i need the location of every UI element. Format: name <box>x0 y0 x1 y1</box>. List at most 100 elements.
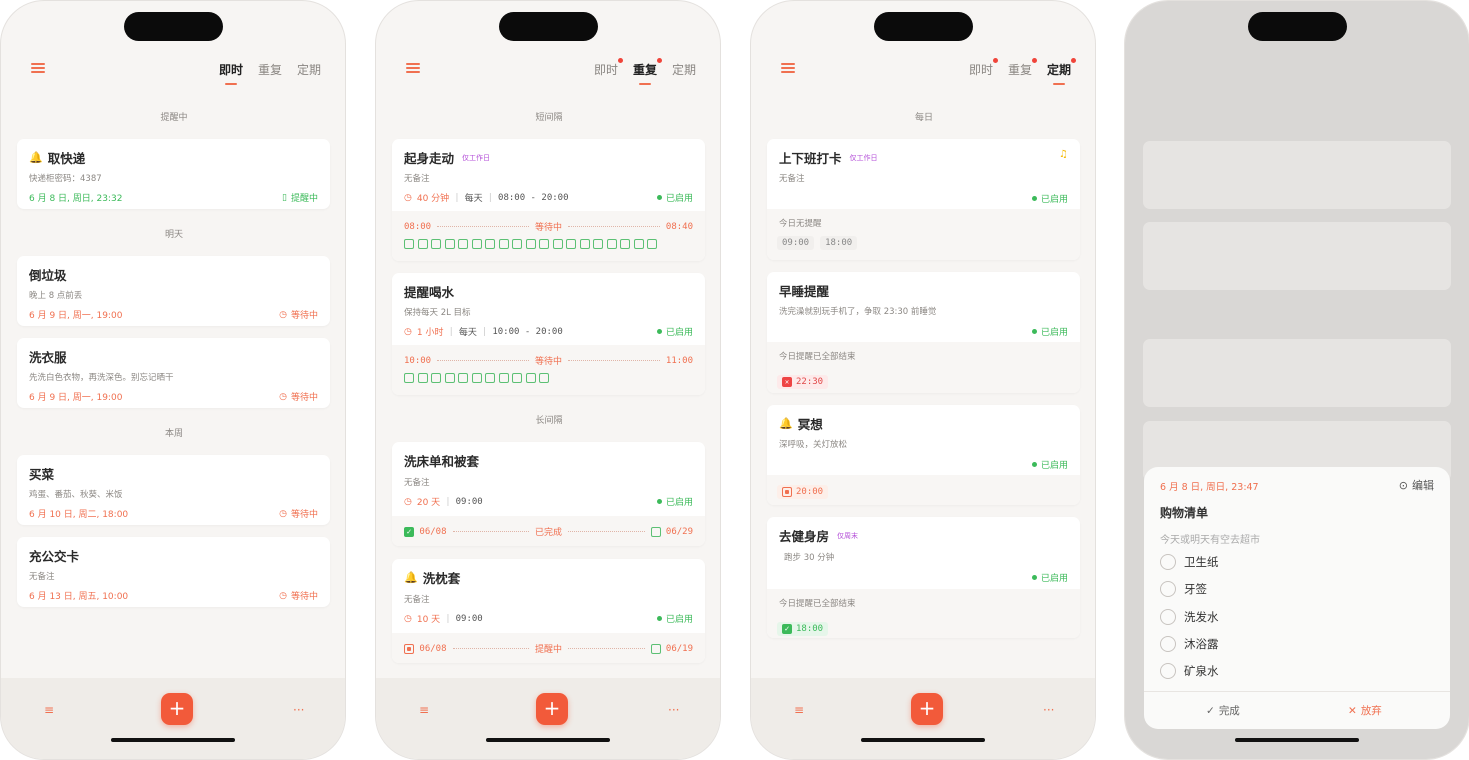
time-chip: ✕ 22:30 <box>777 375 829 389</box>
more-icon[interactable]: ··· <box>668 703 679 717</box>
add-button[interactable]: + <box>911 693 943 725</box>
time-chip: 18:00 <box>820 236 858 250</box>
tab-bar: 即时 重复 定期 <box>969 58 1076 85</box>
close-icon: ✕ <box>1348 704 1357 717</box>
checkbox-circle[interactable] <box>1160 581 1176 597</box>
reminder-card[interactable]: 早睡提醒 洗完澡就别玩手机了，争取 23:30 前睡觉 已启用 今日提醒已全部结… <box>767 272 1080 393</box>
timeline-panel: 10:00 等待中 11:00 <box>392 345 705 395</box>
sheet-date: 6 月 8 日, 周日, 23:47 <box>1160 482 1259 493</box>
enabled-status: 已启用 <box>657 495 693 508</box>
card-title: 去健身房 <box>779 529 830 544</box>
tab-instant[interactable]: 即时 <box>219 61 243 85</box>
checked-icon: ✓ <box>404 526 414 537</box>
reminder-card[interactable]: 起身走动 仅工作日 无备注 ◷ 40 分钟 | 每天 | 08:00 - 20:00 已启用… <box>392 139 705 261</box>
reminder-card[interactable]: 倒垃圾 晚上 8 点前丢 6 月 9 日, 周一, 19:00 ◷ 等待中 <box>17 256 330 326</box>
card-title: 早睡提醒 <box>779 284 830 299</box>
today-status: 今日提醒已全部结束 <box>779 352 856 362</box>
badge-dot <box>656 58 662 63</box>
card-note: 晚上 8 点前丢 <box>29 291 83 301</box>
more-icon[interactable]: ··· <box>1043 703 1054 717</box>
menu-icon[interactable] <box>406 63 420 73</box>
checklist-item[interactable]: 牙签 <box>1160 581 1207 597</box>
reminder-card[interactable]: 洗床单和被套 无备注 ◷ 20 天 | 09:00 已启用 ✓ 06/08 已完成 06… <box>392 442 705 546</box>
checklist-item[interactable]: 矿泉水 <box>1160 663 1219 679</box>
timeline-panel: ✓ 06/08 已完成 06/29 <box>392 516 705 546</box>
filter-icon[interactable]: ≡ <box>794 703 804 717</box>
dynamic-island <box>124 12 223 41</box>
card-title: 取快递 <box>47 151 86 166</box>
enabled-status: 已启用 <box>657 191 693 204</box>
bell-icon: 🔔 <box>29 151 43 164</box>
tab-instant[interactable]: 即时 <box>594 58 623 78</box>
edit-button[interactable]: ⊙ 编辑 <box>1399 477 1434 493</box>
blurred-card <box>1143 339 1451 407</box>
tab-periodic[interactable]: 定期 <box>297 61 321 78</box>
done-button[interactable]: ✓ 完成 <box>1206 703 1240 718</box>
add-button[interactable]: + <box>536 693 568 725</box>
tab-repeat[interactable]: 重复 <box>258 61 282 78</box>
reminder-card[interactable]: 上下班打卡 仅工作日 ♫ 无备注 已启用 今日无提醒 09:00 18:00 <box>767 139 1080 260</box>
tab-bar: 即时 重复 定期 <box>594 58 696 85</box>
reminder-card[interactable]: 去健身房 仅周末 跑步 30 分钟 已启用 今日提醒已全部结束 ✓ 18:00 <box>767 517 1080 638</box>
tab-repeat[interactable]: 重复 <box>1008 58 1037 78</box>
home-indicator <box>861 738 985 742</box>
card-note: 无备注 <box>404 595 430 605</box>
enabled-status: 已启用 <box>657 325 693 338</box>
status-badge: ◷ 等待中 <box>279 391 318 404</box>
dynamic-island <box>1248 12 1347 41</box>
repeat-info: ◷ 20 天 | 09:00 <box>404 496 483 509</box>
checkbox-circle[interactable] <box>1160 554 1176 570</box>
sheet-note: 今天或明天有空去超市 <box>1160 535 1260 546</box>
clock-icon: ◷ <box>279 309 287 320</box>
card-note: 深呼吸，关灯放松 <box>779 440 848 450</box>
clock-icon: ◷ <box>279 391 287 402</box>
checklist-item[interactable]: 洗发水 <box>1160 609 1219 625</box>
tab-periodic[interactable]: 定期 <box>672 61 696 78</box>
card-title: 冥想 <box>797 417 823 432</box>
checkbox-circle[interactable] <box>1160 636 1176 652</box>
timeline-panel: 06/08 提醒中 06/19 <box>392 633 705 663</box>
reminder-card[interactable]: 🔔 取快递 快递柜密码：4387 6 月 8 日, 周日, 23:32 ▯ 提醒中 <box>17 139 330 209</box>
check-icon: ✓ <box>1206 704 1215 717</box>
card-note: 保持每天 2L 目标 <box>404 308 471 318</box>
reminder-card[interactable]: 洗衣服 先洗白色衣物，再洗深色。别忘记晒干 6 月 9 日, 周一, 19:00… <box>17 338 330 408</box>
history-icon: ◷ <box>404 496 412 507</box>
blurred-card <box>1143 141 1451 209</box>
menu-icon[interactable] <box>31 63 45 73</box>
tab-instant[interactable]: 即时 <box>969 58 998 78</box>
today-status: 今日提醒已全部结束 <box>779 599 856 609</box>
history-icon: ◷ <box>404 326 412 337</box>
card-note: 先洗白色衣物，再洗深色。别忘记晒干 <box>29 373 174 383</box>
filter-icon[interactable]: ≡ <box>44 703 54 717</box>
checkbox-circle[interactable] <box>1160 663 1176 679</box>
reminder-card[interactable]: 提醒喝水 保持每天 2L 目标 ◷ 1 小时 | 每天 | 10:00 - 20:00 已… <box>392 273 705 395</box>
reminder-card[interactable]: 🔔 洗枕套 无备注 ◷ 10 天 | 09:00 已启用 06/08 提醒中 06/19 <box>392 559 705 663</box>
checklist-item[interactable]: 沐浴露 <box>1160 636 1219 652</box>
checkbox-circle[interactable] <box>1160 609 1176 625</box>
add-button[interactable]: + <box>161 693 193 725</box>
more-icon[interactable]: ··· <box>293 703 304 717</box>
home-indicator <box>111 738 235 742</box>
menu-icon[interactable] <box>781 63 795 73</box>
timeline: ✓ 06/08 已完成 06/29 <box>404 525 693 538</box>
reminder-card[interactable]: 买菜 鸡蛋、番茄、秋葵、米饭 6 月 10 日, 周二, 18:00 ◷ 等待中 <box>17 455 330 525</box>
badge-dot <box>1071 58 1076 63</box>
section-header: 明天 <box>164 230 183 240</box>
filter-icon[interactable]: ≡ <box>419 703 429 717</box>
tab-periodic[interactable]: 定期 <box>1047 58 1076 85</box>
discard-button[interactable]: ✕ 放弃 <box>1348 703 1382 718</box>
card-title: 充公交卡 <box>29 549 80 564</box>
reminder-card[interactable]: 充公交卡 无备注 6 月 13 日, 周五, 10:00 ◷ 等待中 <box>17 537 330 607</box>
bell-off-icon[interactable]: ♫ <box>1059 149 1068 160</box>
checklist-item[interactable]: 卫生纸 <box>1160 554 1219 570</box>
reminder-card[interactable]: 🔔 冥想 深呼吸，关灯放松 已启用 20:00 <box>767 405 1080 505</box>
phone-instant: 即时 重复 定期 提醒中 🔔 取快递 快递柜密码：4387 6 月 8 日, 周日… <box>0 0 346 760</box>
workday-tag: 仅工作日 <box>462 153 491 162</box>
card-date: 6 月 9 日, 周一, 19:00 <box>29 393 123 403</box>
tab-repeat[interactable]: 重复 <box>633 58 662 85</box>
tab-bar: 即时 重复 定期 <box>219 61 321 85</box>
timeline: 10:00 等待中 11:00 <box>404 355 694 368</box>
dynamic-island <box>499 12 598 41</box>
edit-icon: ⊙ <box>1398 478 1408 492</box>
blurred-card <box>1143 222 1451 290</box>
